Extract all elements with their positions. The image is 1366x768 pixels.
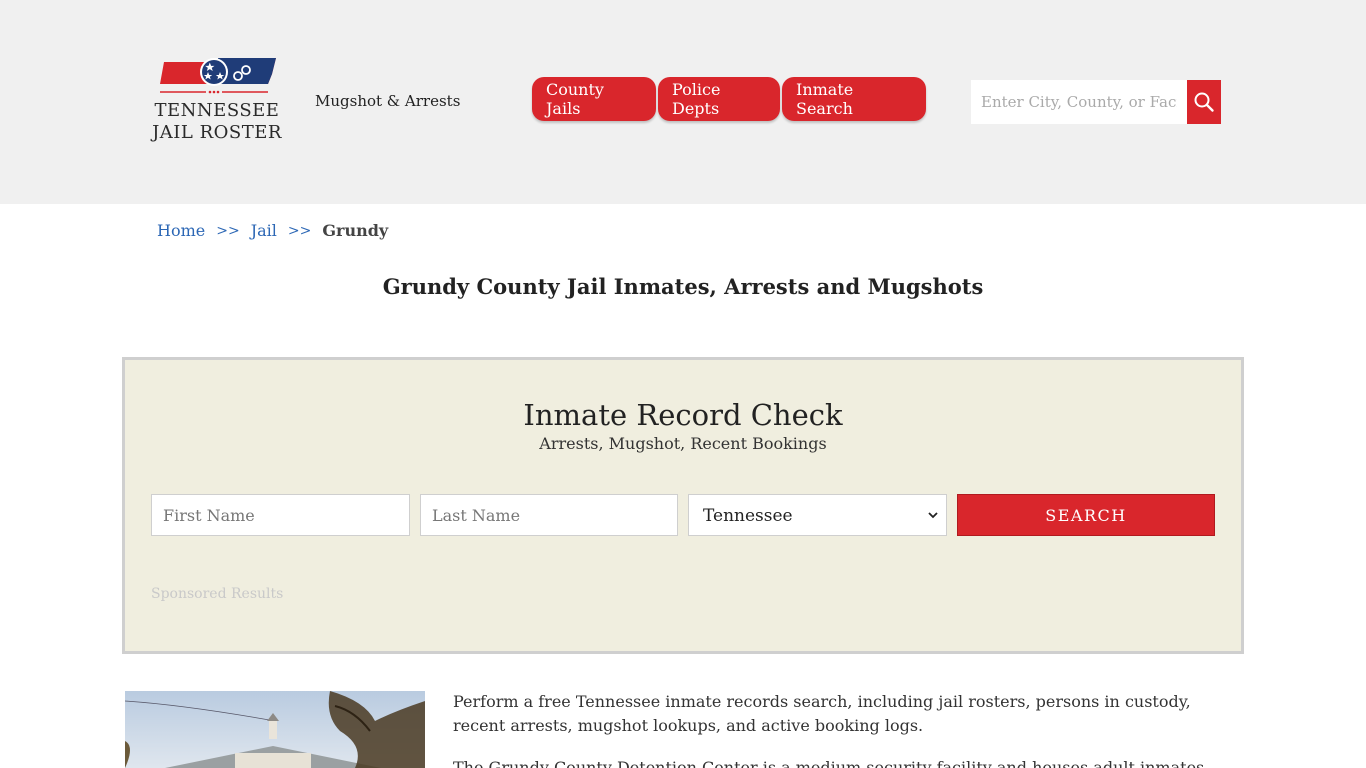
nav-inmate-search[interactable]: Inmate Search <box>782 77 926 121</box>
state-select-value: Tennessee <box>703 506 793 526</box>
breadcrumb-current: Grundy <box>322 221 389 240</box>
intro-paragraph: Perform a free Tennessee inmate records … <box>453 692 1191 735</box>
breadcrumb-home[interactable]: Home <box>157 221 205 241</box>
site-search-button[interactable] <box>1187 80 1221 124</box>
logo-text-line1: TENNESSEE <box>154 100 280 121</box>
panel-title: Inmate Record Check <box>523 398 843 432</box>
breadcrumb-separator: >> <box>287 223 312 239</box>
nav-county-jails[interactable]: County Jails <box>532 77 656 121</box>
inmate-record-check-panel: Inmate Record Check Arrests, Mugshot, Re… <box>122 357 1244 654</box>
site-tagline: Mugshot & Arrests <box>315 92 461 110</box>
site-header: TENNESSEE JAIL ROSTER Mugshot & Arrests … <box>0 0 1366 204</box>
breadcrumb: Home >> Jail >> Grundy <box>157 221 388 241</box>
record-search-button[interactable]: SEARCH <box>957 494 1215 536</box>
state-select[interactable]: Tennessee <box>688 494 947 536</box>
site-search-input[interactable] <box>971 80 1187 124</box>
sponsored-results-label: Sponsored Results <box>151 586 284 602</box>
last-name-input[interactable] <box>420 494 678 536</box>
breadcrumb-jail[interactable]: Jail <box>251 221 277 241</box>
panel-subtitle: Arrests, Mugshot, Recent Bookings <box>539 434 827 453</box>
breadcrumb-separator: >> <box>216 223 240 239</box>
site-search <box>971 80 1221 124</box>
nav-police-depts[interactable]: Police Depts <box>658 77 780 121</box>
tennessee-state-icon <box>160 58 276 94</box>
search-icon <box>1194 92 1214 112</box>
site-logo[interactable]: TENNESSEE JAIL ROSTER <box>150 56 284 148</box>
main-nav: County Jails Police Depts Inmate Search <box>532 77 928 121</box>
first-name-input[interactable] <box>151 494 410 536</box>
courthouse-image <box>125 691 425 768</box>
logo-text-line2: JAIL ROSTER <box>152 122 282 143</box>
page-title: Grundy County Jail Inmates, Arrests and … <box>382 274 984 299</box>
detention-center-paragraph: The Grundy County Detention Center is a … <box>453 758 1205 768</box>
chevron-down-icon <box>928 512 938 519</box>
courthouse-photo <box>125 691 425 768</box>
